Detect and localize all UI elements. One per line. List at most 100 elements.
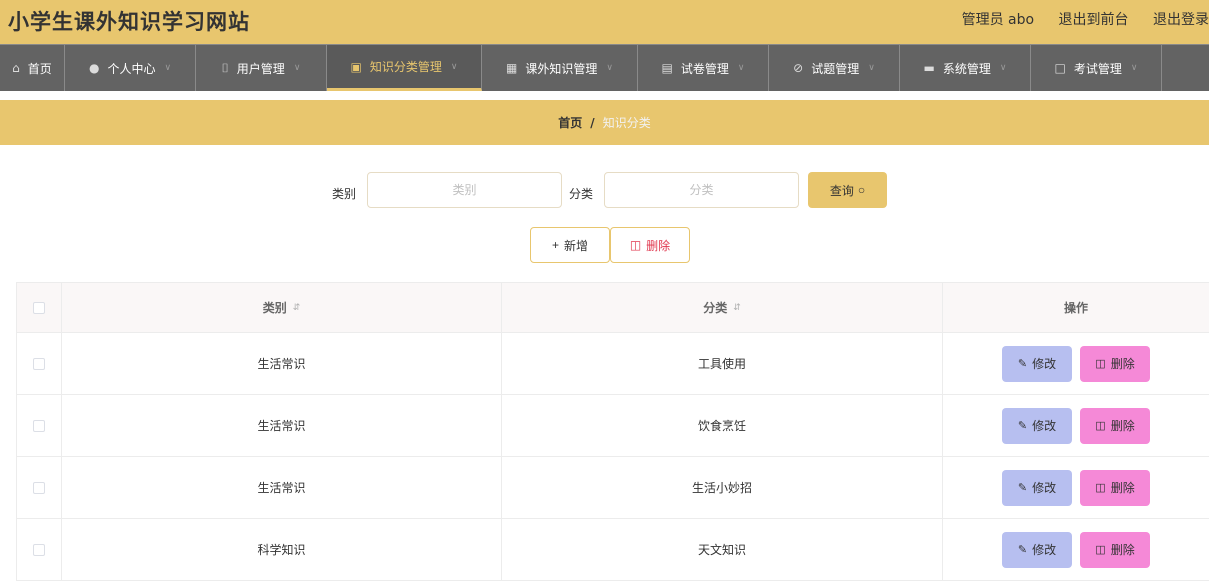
nav-item-system-management[interactable]: ▬ 系统管理 ∨ [900, 45, 1031, 91]
chat-icon: ▣ [350, 59, 362, 74]
edit-button[interactable]: ✎ 修改 [1002, 531, 1072, 568]
briefcase-icon: ▬ [923, 61, 935, 75]
delete-button-label: 删除 [1110, 419, 1135, 433]
nav-item-label: 知识分类管理 [369, 60, 442, 74]
select-all-checkbox[interactable] [33, 301, 45, 314]
column-header-label: 分类 [703, 301, 728, 315]
category-search-label: 类别 [332, 187, 357, 201]
main-nav: ⌂ 首页 ● 个人中心 ∨ ⌷ 用户管理 ∨ ▣ 知识分类管理 ∨ ▦ 课外知识… [0, 44, 1209, 91]
trash-icon: ◫ [1095, 544, 1106, 556]
delete-button[interactable]: ◫ 删除 [1080, 469, 1150, 506]
top-header: 小学生课外知识学习网站 管理员 abo 退出到前台 退出登录 [0, 0, 1209, 44]
operations-cell: ✎ 修改 ◫ 删除 [943, 333, 1209, 394]
logout-link[interactable]: 退出登录 [1153, 12, 1209, 28]
row-checkbox-cell [16, 333, 62, 394]
document-icon: ▦ [506, 61, 518, 75]
edit-button[interactable]: ✎ 修改 [1002, 469, 1072, 506]
nav-item-label: 试题管理 [811, 61, 860, 76]
delete-button-label: 删除 [1110, 543, 1135, 557]
bell-off-icon: ⊘ [793, 61, 804, 75]
sort-icon[interactable]: ⇵ [293, 303, 301, 313]
category-search-input[interactable] [367, 172, 562, 208]
delete-button-label: 删除 [1110, 357, 1135, 371]
pencil-icon: ✎ [1017, 420, 1028, 432]
subcategory-cell: 工具使用 [502, 333, 943, 394]
column-header-label: 操作 [1063, 301, 1088, 315]
category-cell: 生活常识 [62, 457, 502, 518]
query-button-label: 查询 [829, 183, 854, 198]
batch-delete-button[interactable]: ◫ 删除 [610, 227, 690, 263]
edit-button[interactable]: ✎ 修改 [1002, 345, 1072, 382]
column-header-label: 类别 [262, 301, 287, 315]
breadcrumb-separator: / [590, 115, 595, 130]
row-checkbox[interactable] [33, 357, 45, 370]
nav-item-label: 课外知识管理 [525, 61, 598, 76]
delete-button-label: 删除 [1110, 481, 1135, 495]
nav-item-home[interactable]: ⌂ 首页 [0, 45, 65, 91]
operations-cell: ✎ 修改 ◫ 删除 [943, 395, 1209, 456]
subcategory-search-label: 分类 [569, 187, 594, 201]
nav-item-paper-management[interactable]: ▤ 试卷管理 ∨ [638, 45, 769, 91]
pencil-icon: ✎ [1017, 482, 1028, 494]
admin-user-label: 管理员 abo [961, 12, 1035, 28]
nav-item-label: 考试管理 [1073, 61, 1122, 76]
nav-item-label: 试卷管理 [680, 61, 729, 76]
category-cell: 生活常识 [62, 395, 502, 456]
subcategory-cell: 生活小妙招 [502, 457, 943, 518]
person-icon: ● [88, 61, 100, 75]
trash-icon: ◫ [1095, 358, 1106, 370]
microphone-icon: ⌷ [221, 60, 229, 75]
nav-item-category-management[interactable]: ▣ 知识分类管理 ∨ [327, 45, 482, 91]
nav-item-personal-center[interactable]: ● 个人中心 ∨ [65, 45, 196, 91]
table-row: 生活常识 生活小妙招 ✎ 修改 ◫ 删除 [16, 457, 1209, 519]
row-checkbox[interactable] [33, 543, 45, 556]
edit-button-label: 修改 [1032, 543, 1057, 557]
subcategory-cell: 饮食烹饪 [502, 395, 943, 456]
header-checkbox-cell [16, 283, 62, 332]
add-button[interactable]: + 新增 [530, 227, 610, 263]
sort-icon[interactable]: ⇵ [733, 303, 741, 313]
back-to-front-link[interactable]: 退出到前台 [1059, 12, 1129, 28]
chevron-down-icon: ∨ [450, 61, 458, 72]
plus-icon: + [551, 238, 559, 252]
chevron-down-icon: ∨ [999, 63, 1007, 73]
message-icon: □ [1054, 61, 1066, 75]
edit-button[interactable]: ✎ 修改 [1002, 407, 1072, 444]
pencil-icon: ✎ [1017, 544, 1028, 556]
chevron-down-icon: ∨ [868, 63, 875, 73]
operations-cell: ✎ 修改 ◫ 删除 [943, 457, 1209, 518]
clipboard-icon: ▤ [661, 61, 673, 75]
trash-icon: ◫ [629, 238, 642, 252]
row-checkbox[interactable] [33, 481, 45, 494]
nav-item-label: 系统管理 [942, 61, 991, 76]
row-checkbox[interactable] [33, 419, 45, 432]
nav-item-exam-management[interactable]: □ 考试管理 ∨ [1031, 45, 1162, 91]
site-title: 小学生课外知识学习网站 [8, 10, 250, 34]
nav-item-label: 个人中心 [107, 61, 156, 76]
category-cell: 科学知识 [62, 519, 502, 580]
header-user-area: 管理员 abo 退出到前台 退出登录 [962, 9, 1209, 29]
table-row: 科学知识 天文知识 ✎ 修改 ◫ 删除 [16, 519, 1209, 581]
edit-button-label: 修改 [1032, 481, 1057, 495]
row-checkbox-cell [16, 519, 62, 580]
nav-item-user-management[interactable]: ⌷ 用户管理 ∨ [196, 45, 327, 91]
column-header-operations: 操作 [943, 283, 1209, 332]
nav-item-label: 用户管理 [236, 61, 285, 76]
breadcrumb-home[interactable]: 首页 [558, 114, 582, 131]
subcategory-search-input[interactable] [604, 172, 799, 208]
query-button[interactable]: 查询 ○ [808, 172, 887, 208]
delete-button[interactable]: ◫ 删除 [1080, 345, 1150, 382]
column-header-subcategory[interactable]: 分类 ⇵ [502, 283, 943, 332]
nav-item-question-management[interactable]: ⊘ 试题管理 ∨ [769, 45, 900, 91]
nav-item-knowledge-management[interactable]: ▦ 课外知识管理 ∨ [482, 45, 638, 91]
column-header-category[interactable]: 类别 ⇵ [62, 283, 502, 332]
table-row: 生活常识 饮食烹饪 ✎ 修改 ◫ 删除 [16, 395, 1209, 457]
chevron-down-icon: ∨ [606, 63, 613, 73]
chevron-down-icon: ∨ [737, 63, 745, 73]
delete-button[interactable]: ◫ 删除 [1080, 531, 1150, 568]
delete-button[interactable]: ◫ 删除 [1080, 407, 1150, 444]
nav-item-label: 首页 [27, 61, 52, 76]
subcategory-cell: 天文知识 [502, 519, 943, 580]
batch-delete-button-label: 删除 [646, 238, 671, 253]
row-checkbox-cell [16, 395, 62, 456]
